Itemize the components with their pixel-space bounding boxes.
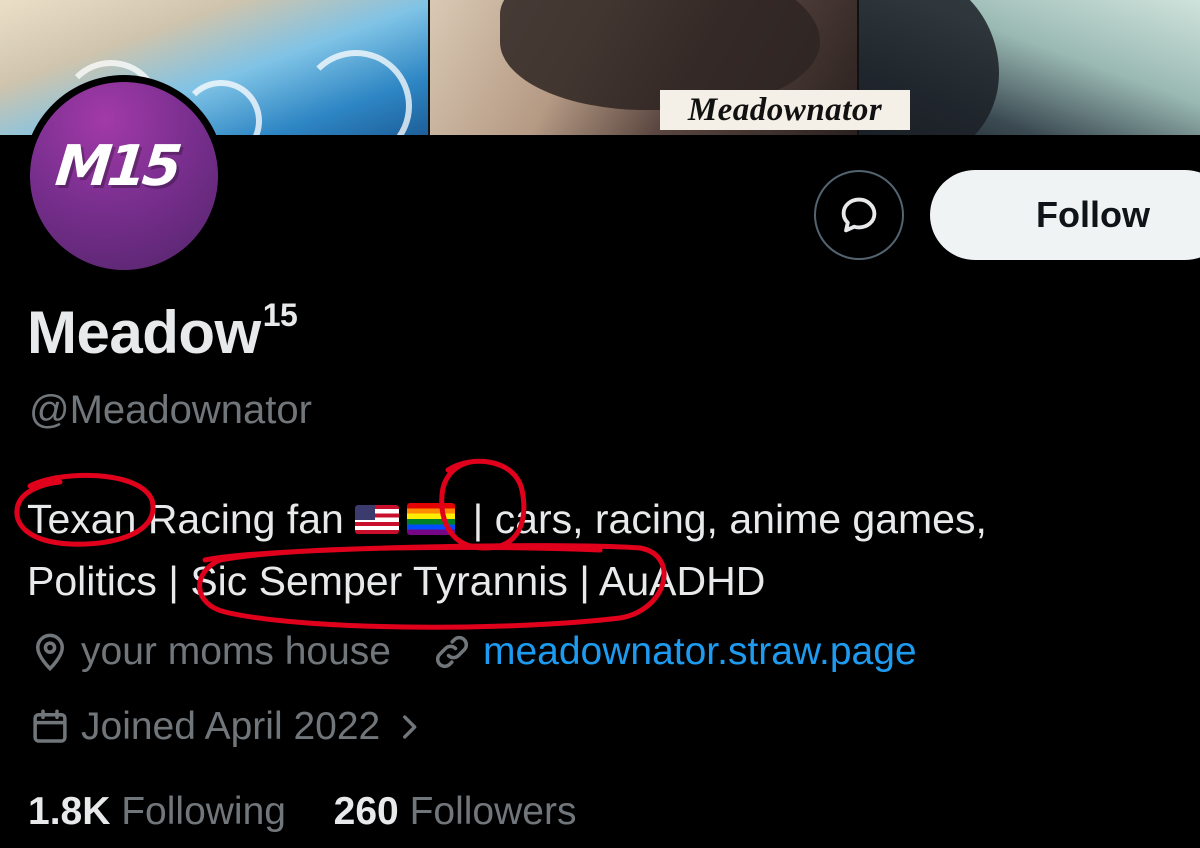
display-name-superscript: 15 xyxy=(262,297,298,333)
banner-art-right xyxy=(859,0,1200,135)
banner-watermark: Meadownator xyxy=(660,90,910,130)
location-pin-icon xyxy=(35,633,65,672)
rainbow-flag-icon xyxy=(407,503,456,536)
bio-interests: | cars, racing, anime games, xyxy=(461,496,987,542)
message-bubble-icon xyxy=(841,197,877,233)
profile-bio: Texan Racing fan | cars, racing, anime g… xyxy=(27,488,1187,612)
website-link[interactable]: meadownator.straw.page xyxy=(483,630,917,674)
following-count: 1.8K xyxy=(28,790,111,833)
joined-row[interactable]: Joined April 2022 xyxy=(29,705,436,749)
link-icon xyxy=(435,635,469,669)
profile-meta-row: your moms house meadownator.straw.page xyxy=(29,630,917,674)
location-text: your moms house xyxy=(81,630,391,673)
followers-count: 260 xyxy=(333,790,399,833)
bio-texan: Texan xyxy=(27,496,137,542)
avatar-logo-text: M15 xyxy=(52,133,182,199)
bio-motto: Sic Semper Tyrannis xyxy=(190,558,568,604)
calendar-icon xyxy=(33,709,67,743)
followers-stat[interactable]: 260 Followers xyxy=(334,790,577,833)
follow-stats: 1.8K Following 260 Followers xyxy=(28,790,576,834)
following-stat[interactable]: 1.8K Following xyxy=(28,790,286,833)
message-button[interactable] xyxy=(814,170,904,260)
joined-date: Joined April 2022 xyxy=(81,705,381,748)
follow-button[interactable]: Follow xyxy=(930,170,1200,260)
us-flag-icon xyxy=(355,504,400,534)
following-label: Following xyxy=(121,790,286,833)
avatar-image: M15 xyxy=(30,82,218,270)
user-handle: @Meadownator xyxy=(29,388,312,432)
bio-racing-fan: Racing fan xyxy=(136,496,356,542)
avatar[interactable]: M15 xyxy=(23,75,225,277)
bio-auadhd: | AuADHD xyxy=(567,558,766,604)
bio-politics: Politics | xyxy=(27,558,191,604)
chevron-right-icon xyxy=(403,715,417,739)
followers-label: Followers xyxy=(409,790,577,833)
display-name-text: Meadow xyxy=(27,299,261,366)
display-name: Meadow15 xyxy=(27,297,298,367)
